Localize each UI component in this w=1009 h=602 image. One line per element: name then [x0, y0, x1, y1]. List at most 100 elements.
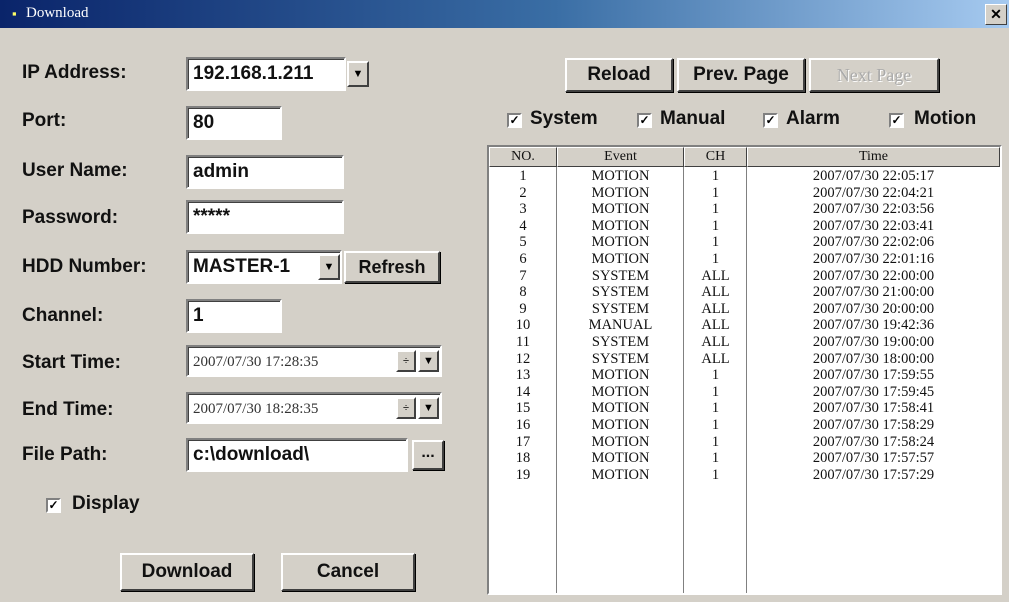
table-row[interactable]: 11 SYSTEM ALL 2007/07/30 19:00:00 — [489, 334, 1000, 351]
ip-address-combo[interactable]: 192.168.1.211 — [186, 57, 346, 91]
cell-no: 11 — [516, 333, 530, 350]
cell-time: 2007/07/30 19:00:00 — [812, 333, 935, 350]
cell-event: MOTION — [591, 383, 650, 400]
manual-checkbox[interactable]: ✓ — [637, 113, 652, 128]
ip-dropdown-button[interactable]: ▼ — [347, 61, 369, 87]
user-name-field[interactable]: admin — [186, 155, 344, 189]
table-row[interactable]: 12 SYSTEM ALL 2007/07/30 18:00:00 — [489, 351, 1000, 368]
hdd-number-label: HDD Number: — [22, 256, 147, 277]
end-time-dropdown[interactable]: ▼ — [418, 397, 439, 419]
table-row[interactable]: 17 MOTION 1 2007/07/30 17:58:24 — [489, 434, 1000, 451]
cell-event: MOTION — [591, 250, 650, 267]
cell-event: MOTION — [591, 217, 650, 234]
column-header-event[interactable]: Event — [557, 147, 684, 167]
refresh-button[interactable]: Refresh — [344, 251, 440, 283]
cell-no: 8 — [519, 284, 527, 301]
cell-event: MOTION — [591, 184, 650, 201]
cell-ch: 1 — [711, 450, 720, 467]
cell-event: MOTION — [591, 234, 650, 251]
file-path-label: File Path: — [22, 444, 108, 465]
cell-event: MOTION — [591, 168, 650, 184]
table-row[interactable]: 8 SYSTEM ALL 2007/07/30 21:00:00 — [489, 284, 1000, 301]
prev-page-button[interactable]: Prev. Page — [677, 58, 805, 92]
table-row[interactable]: 15 MOTION 1 2007/07/30 17:58:41 — [489, 400, 1000, 417]
cell-event: MOTION — [591, 450, 650, 467]
cell-no: 2 — [519, 184, 527, 201]
table-row[interactable]: 1 MOTION 1 2007/07/30 22:05:17 — [489, 168, 1000, 185]
cell-ch: ALL — [701, 333, 730, 350]
motion-filter-label: Motion — [914, 108, 977, 129]
cell-no: 14 — [515, 383, 531, 400]
hdd-dropdown-button[interactable]: ▼ — [318, 254, 340, 280]
port-field[interactable]: 80 — [186, 106, 282, 140]
title-bar: ▪ Download ✕ — [0, 0, 1009, 28]
cell-no: 12 — [515, 350, 531, 367]
table-row[interactable]: 18 MOTION 1 2007/07/30 17:57:57 — [489, 450, 1000, 467]
start-time-spinner[interactable]: ÷ — [396, 350, 416, 372]
table-row[interactable]: 9 SYSTEM ALL 2007/07/30 20:00:00 — [489, 301, 1000, 318]
alarm-checkbox[interactable]: ✓ — [763, 113, 778, 128]
channel-label: Channel: — [22, 305, 104, 326]
cell-time: 2007/07/30 17:58:41 — [812, 400, 935, 417]
window-title: Download — [26, 5, 89, 21]
cell-time: 2007/07/30 17:58:29 — [812, 416, 935, 433]
cell-ch: 1 — [711, 217, 720, 234]
cell-ch: ALL — [701, 300, 730, 317]
cell-time: 2007/07/30 17:59:45 — [812, 383, 935, 400]
end-time-spinner[interactable]: ÷ — [396, 397, 416, 419]
table-row[interactable]: 2 MOTION 1 2007/07/30 22:04:21 — [489, 185, 1000, 202]
cell-no: 13 — [515, 367, 531, 384]
cancel-button[interactable]: Cancel — [281, 553, 415, 591]
table-row[interactable]: 19 MOTION 1 2007/07/30 17:57:29 — [489, 467, 1000, 484]
cell-event: SYSTEM — [591, 333, 650, 350]
port-label: Port: — [22, 110, 67, 131]
table-row[interactable]: 4 MOTION 1 2007/07/30 22:03:41 — [489, 218, 1000, 235]
ip-address-label: IP Address: — [22, 62, 127, 83]
column-header-ch[interactable]: CH — [684, 147, 747, 167]
display-checkbox[interactable]: ✓ — [46, 498, 61, 513]
cell-event: SYSTEM — [591, 350, 650, 367]
table-row[interactable]: 14 MOTION 1 2007/07/30 17:59:45 — [489, 384, 1000, 401]
cell-event: MANUAL — [588, 317, 653, 334]
cell-time: 2007/07/30 22:05:17 — [812, 168, 935, 184]
system-checkbox[interactable]: ✓ — [507, 113, 522, 128]
close-button[interactable]: ✕ — [985, 4, 1007, 25]
reload-button[interactable]: Reload — [565, 58, 673, 92]
download-button[interactable]: Download — [120, 553, 254, 591]
cell-ch: 1 — [711, 250, 720, 267]
next-page-button[interactable]: Next Page — [809, 58, 939, 92]
channel-field[interactable]: 1 — [186, 299, 282, 333]
cell-no: 4 — [519, 217, 527, 234]
motion-checkbox[interactable]: ✓ — [889, 113, 904, 128]
event-list-table[interactable]: NO. Event CH Time 1 MOTION 1 2007/07/30 22:… — [487, 145, 1002, 595]
table-row[interactable]: 10 MANUAL ALL 2007/07/30 19:42:36 — [489, 317, 1000, 334]
cell-ch: 1 — [711, 184, 720, 201]
start-time-dropdown[interactable]: ▼ — [418, 350, 439, 372]
cell-time: 2007/07/30 19:42:36 — [812, 317, 935, 334]
table-row[interactable]: 7 SYSTEM ALL 2007/07/30 22:00:00 — [489, 268, 1000, 285]
cell-ch: 1 — [711, 367, 720, 384]
password-field[interactable]: ***** — [186, 200, 344, 234]
cell-event: SYSTEM — [591, 284, 650, 301]
cell-no: 9 — [519, 300, 527, 317]
table-row[interactable]: 5 MOTION 1 2007/07/30 22:02:06 — [489, 234, 1000, 251]
cell-ch: 1 — [711, 234, 720, 251]
cell-no: 17 — [515, 433, 531, 450]
column-header-no[interactable]: NO. — [489, 147, 557, 167]
end-time-label: End Time: — [22, 399, 114, 420]
file-path-field[interactable]: c:\download\ — [186, 438, 408, 472]
cell-time: 2007/07/30 22:00:00 — [812, 267, 935, 284]
browse-button[interactable]: ... — [412, 440, 444, 470]
table-row[interactable]: 13 MOTION 1 2007/07/30 17:59:55 — [489, 367, 1000, 384]
cell-time: 2007/07/30 17:57:57 — [812, 450, 935, 467]
cell-ch: ALL — [701, 350, 730, 367]
cell-event: SYSTEM — [591, 300, 650, 317]
column-header-time[interactable]: Time — [747, 147, 1000, 167]
cell-time: 2007/07/30 17:58:24 — [812, 433, 935, 450]
table-row[interactable]: 3 MOTION 1 2007/07/30 22:03:56 — [489, 201, 1000, 218]
cell-no: 15 — [515, 400, 531, 417]
cell-time: 2007/07/30 21:00:00 — [812, 284, 935, 301]
cell-time: 2007/07/30 22:03:41 — [812, 217, 935, 234]
table-row[interactable]: 16 MOTION 1 2007/07/30 17:58:29 — [489, 417, 1000, 434]
table-row[interactable]: 6 MOTION 1 2007/07/30 22:01:16 — [489, 251, 1000, 268]
